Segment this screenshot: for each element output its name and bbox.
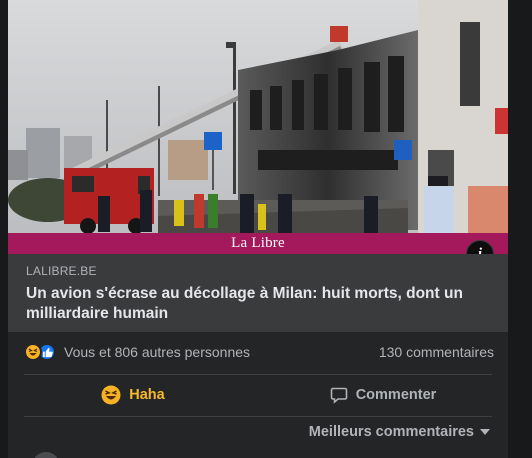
haha-label: Haha: [129, 387, 165, 403]
link-title[interactable]: Un avion s'écrase au décollage à Milan: …: [26, 284, 494, 324]
haha-emoji-icon: [101, 385, 121, 405]
reactions-count-text: Vous et 806 autres personnes: [64, 344, 251, 360]
avatar: [32, 452, 60, 458]
comment-bubble-icon: [330, 386, 348, 404]
reactions-summary: Vous et 806 autres personnes 130 comment…: [8, 338, 508, 366]
link-preview[interactable]: LALIBRE.BE Un avion s'écrase au décollag…: [8, 254, 508, 332]
comment-button[interactable]: Commenter: [258, 378, 508, 412]
caret-down-icon: [480, 429, 490, 435]
post-actions: Haha Commenter: [8, 378, 508, 412]
article-image[interactable]: [8, 0, 508, 254]
comments-count[interactable]: 130 commentaires: [379, 344, 494, 360]
haha-reaction-button[interactable]: Haha: [8, 378, 258, 412]
news-post: La Libre i LALIBRE.BE Un avion s'écrase …: [8, 0, 508, 458]
haha-emoji-icon: [24, 343, 42, 361]
sort-label: Meilleurs commentaires: [308, 424, 474, 440]
link-domain: LALIBRE.BE: [26, 264, 97, 278]
divider-bottom: [24, 416, 492, 417]
publisher-brand-bar: La Libre: [8, 233, 508, 254]
reactions-left[interactable]: Vous et 806 autres personnes: [24, 343, 250, 361]
comment-label: Commenter: [355, 387, 437, 403]
comment-sort-dropdown[interactable]: Meilleurs commentaires: [309, 424, 490, 440]
la-libre-logo: La Libre: [231, 235, 285, 251]
divider-top: [24, 374, 492, 375]
